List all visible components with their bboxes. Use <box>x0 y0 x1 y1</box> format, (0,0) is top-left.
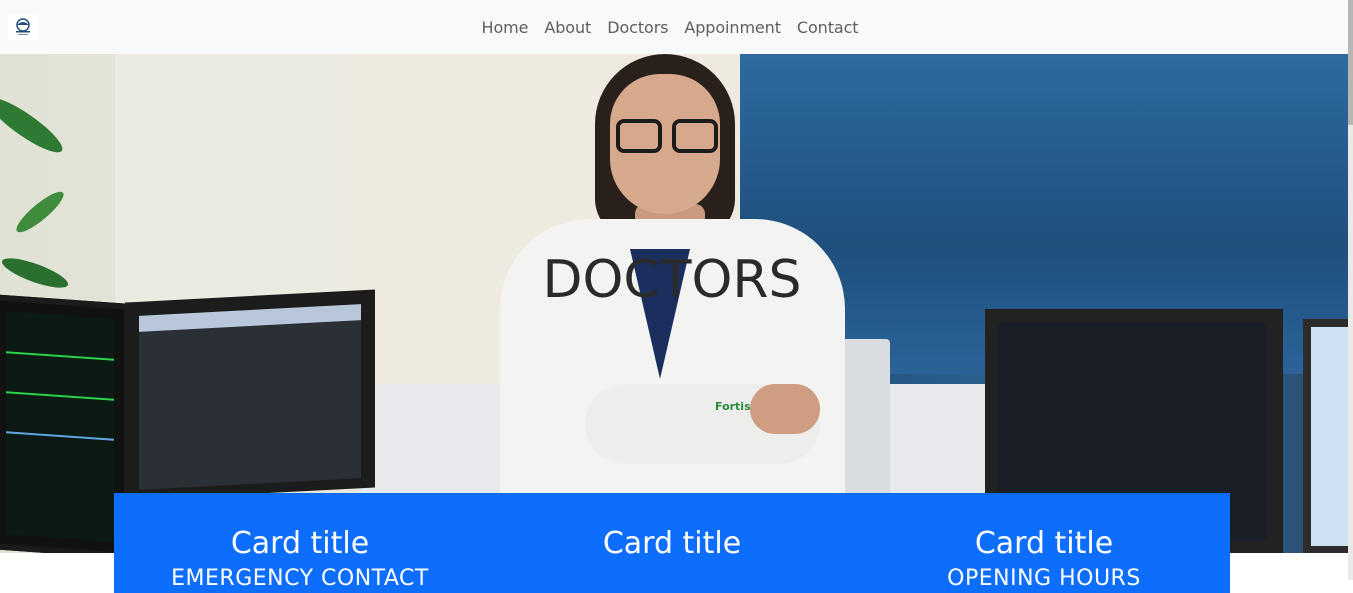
hero-title: DOCTORS <box>542 250 802 310</box>
top-navbar: Home About Doctors Appoinment Contact <box>0 0 1348 54</box>
plant-leaf <box>0 90 69 160</box>
card-title: Card title <box>974 526 1114 561</box>
card-middle: Card title <box>486 493 858 593</box>
monitor-center-left <box>125 289 375 501</box>
scrollbar-thumb[interactable] <box>1348 0 1353 125</box>
glasses-icon <box>616 119 718 155</box>
card-title: Card title <box>230 526 370 561</box>
card-subtitle: EMERGENCY CONTACT <box>171 566 429 591</box>
hero-banner-image: Fortis DOCTORS <box>0 54 1348 553</box>
hospital-logo-icon[interactable] <box>8 14 38 40</box>
card-title: Card title <box>602 526 742 561</box>
monitor-far-right <box>1303 319 1348 553</box>
card-subtitle: OPENING HOURS <box>947 566 1141 591</box>
card-emergency: Card title EMERGENCY CONTACT <box>114 493 486 593</box>
card-opening-hours: Card title OPENING HOURS <box>858 493 1230 593</box>
monitor-left <box>0 294 130 553</box>
nav-link-appoinment[interactable]: Appoinment <box>676 18 788 37</box>
nav-link-about[interactable]: About <box>536 18 599 37</box>
nav-link-contact[interactable]: Contact <box>789 18 867 37</box>
nav-links: Home About Doctors Appoinment Contact <box>474 18 867 37</box>
nav-link-home[interactable]: Home <box>474 18 537 37</box>
page-scrollbar[interactable] <box>1348 0 1353 580</box>
info-cards: Card title EMERGENCY CONTACT Card title … <box>114 493 1230 593</box>
doctor-hand <box>750 384 820 434</box>
nav-link-doctors[interactable]: Doctors <box>599 18 676 37</box>
coat-badge: Fortis <box>715 400 751 413</box>
plant-leaf <box>11 186 69 238</box>
